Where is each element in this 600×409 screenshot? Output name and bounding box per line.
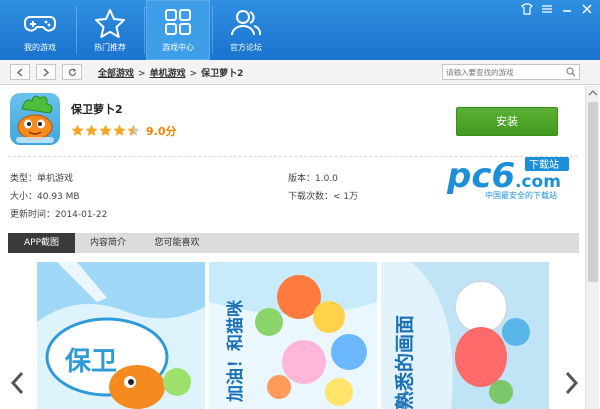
menu-icon[interactable] xyxy=(540,3,554,15)
tab-you-may-like[interactable]: 您可能喜欢 xyxy=(144,233,210,253)
chevron-left-icon xyxy=(16,68,23,77)
screenshot-gallery: 保卫 加油！和猫咪 熟悉的画面 xyxy=(0,262,600,409)
pc6-watermark: pc6 .com 下载站 中国最安全的下载站 xyxy=(446,155,577,200)
breadcrumb-single-player[interactable]: 单机游戏 xyxy=(150,66,186,79)
pc6-logo: pc6 .com 下载站 中国最安全的下载站 xyxy=(446,156,569,200)
app-title: 保卫萝卜2 xyxy=(71,103,123,116)
screenshot-caption: 加油！和猫咪 xyxy=(225,299,246,403)
nav-hot-picks[interactable]: 热门推荐 xyxy=(78,0,142,60)
gallery-prev-arrow[interactable] xyxy=(8,370,28,396)
install-button[interactable]: 安装 xyxy=(456,107,558,136)
carrot-logo xyxy=(16,95,54,143)
search-icon[interactable] xyxy=(566,67,576,77)
nav-game-center[interactable]: 游戏中心 xyxy=(146,0,210,60)
screenshot-2[interactable]: 加油！和猫咪 xyxy=(209,262,377,409)
rating-score: 9.0分 xyxy=(146,125,177,138)
forward-button[interactable] xyxy=(36,64,56,80)
meta-updated: 更新时间：2014-01-22 xyxy=(10,210,108,220)
nav-label: 热门推荐 xyxy=(94,43,126,52)
meta-type: 类型：单机游戏 xyxy=(10,174,74,184)
meta-size: 大小：40.93 MB xyxy=(10,192,80,202)
breadcrumb: 全部游戏 > 单机游戏 > 保卫萝卜2 xyxy=(98,66,243,80)
breadcrumb-separator: > xyxy=(189,69,198,79)
breadcrumb-all-games[interactable]: 全部游戏 xyxy=(98,66,134,79)
rating-stars xyxy=(71,124,141,138)
screenshot-3[interactable]: 熟悉的画面 xyxy=(381,262,549,409)
nav-label: 我的游戏 xyxy=(24,43,56,52)
screenshot-1[interactable]: 保卫 xyxy=(37,262,205,409)
tab-intro[interactable]: 内容简介 xyxy=(80,233,136,253)
gamepad-icon xyxy=(24,16,56,32)
refresh-button[interactable] xyxy=(62,64,82,80)
minimize-icon[interactable] xyxy=(560,3,574,15)
nav-forum[interactable]: 官方论坛 xyxy=(214,0,278,60)
refresh-icon xyxy=(68,68,77,76)
nav-label: 游戏中心 xyxy=(162,43,194,52)
search-box xyxy=(442,64,580,80)
nav-divider xyxy=(212,6,213,54)
screenshot-caption: 熟悉的画面 xyxy=(393,315,416,409)
screenshot-caption: 保卫 xyxy=(64,347,117,377)
search-input[interactable] xyxy=(446,66,562,78)
star-half-icon xyxy=(127,124,140,136)
scrollbar-thumb[interactable] xyxy=(588,102,598,282)
svg-text:中国最安全的下载站: 中国最安全的下载站 xyxy=(485,190,557,200)
gallery-next-arrow[interactable] xyxy=(561,370,581,396)
svg-text:.com: .com xyxy=(515,172,561,192)
nav-divider xyxy=(144,6,145,54)
star-full-icon xyxy=(85,124,98,136)
meta-downloads: 下载次数：< 1万 xyxy=(288,192,359,202)
vertical-scrollbar[interactable] xyxy=(585,86,599,409)
star-full-icon xyxy=(113,124,126,136)
window-controls xyxy=(520,3,596,15)
detail-tabs: APP截图 内容简介 您可能喜欢 xyxy=(8,233,579,253)
nav-label: 官方论坛 xyxy=(230,43,262,52)
svg-text:pc6: pc6 xyxy=(447,156,515,196)
grid-icon xyxy=(165,9,191,35)
scroll-up-icon[interactable] xyxy=(588,89,598,97)
svg-text:下载站: 下载站 xyxy=(529,158,559,171)
tab-screenshots[interactable]: APP截图 xyxy=(8,233,75,253)
breadcrumb-current: 保卫萝卜2 xyxy=(201,69,244,79)
skin-icon[interactable] xyxy=(520,3,534,15)
star-full-icon xyxy=(99,124,112,136)
breadcrumb-separator: > xyxy=(138,69,146,79)
browser-toolbar: 全部游戏 > 单机游戏 > 保卫萝卜2 xyxy=(0,60,600,85)
users-icon xyxy=(231,10,262,36)
meta-version: 版本：1.0.0 xyxy=(288,174,338,184)
star-icon xyxy=(95,9,125,38)
chevron-right-icon xyxy=(43,68,50,77)
nav-divider xyxy=(76,6,77,54)
top-nav-bar: 我的游戏 热门推荐 游戏中心 官方论坛 xyxy=(0,0,600,60)
back-button[interactable] xyxy=(10,64,30,80)
star-full-icon xyxy=(71,124,84,136)
nav-my-games[interactable]: 我的游戏 xyxy=(8,0,72,60)
close-icon[interactable] xyxy=(580,3,594,15)
app-icon xyxy=(10,93,60,145)
